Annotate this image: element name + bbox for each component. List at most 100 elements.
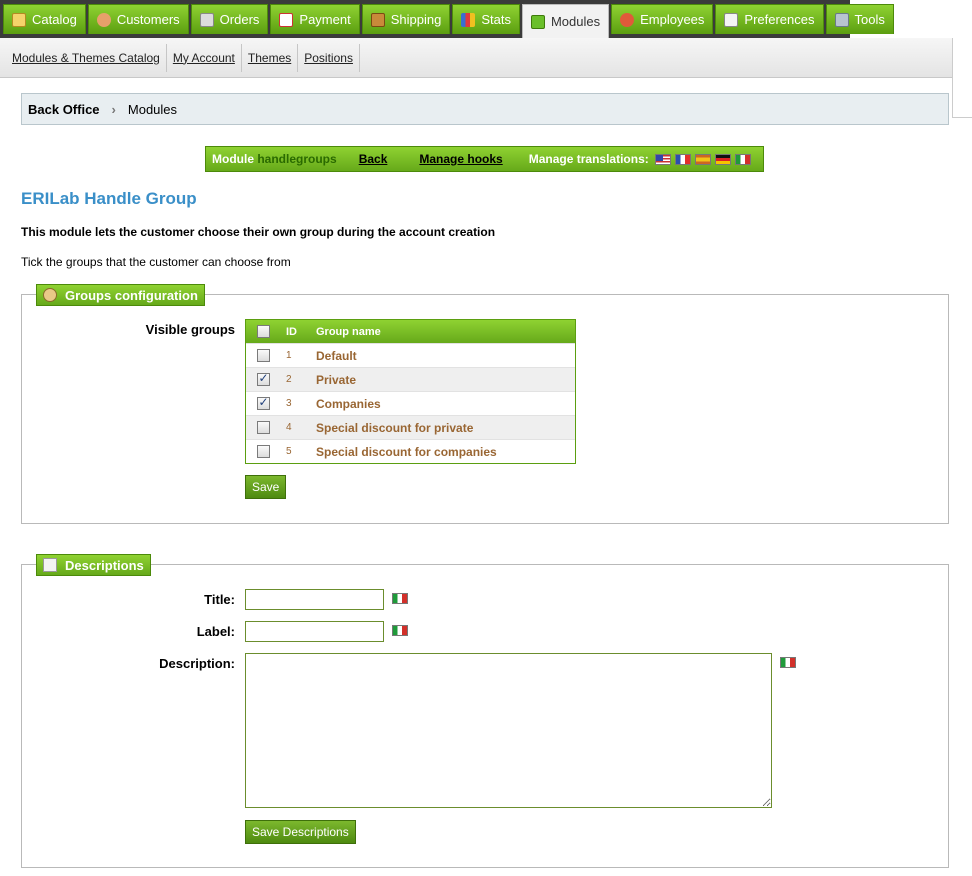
save-descriptions-button[interactable]: Save Descriptions	[245, 820, 356, 844]
group-id: 1	[286, 350, 292, 361]
save-groups-button[interactable]: Save	[245, 475, 287, 499]
folder-icon	[12, 12, 26, 27]
chart-icon	[461, 12, 476, 27]
tab-catalog[interactable]: Catalog	[3, 4, 86, 34]
tab-label: Preferences	[744, 12, 815, 27]
puzzle-icon	[530, 14, 545, 29]
submenu-themes[interactable]: Themes	[242, 51, 297, 65]
tab-stats[interactable]: Stats	[452, 4, 520, 34]
groups-config-icon	[43, 288, 57, 302]
payment-icon	[279, 12, 294, 27]
legend-text: Descriptions	[65, 557, 144, 573]
descriptions-legend: Descriptions	[36, 554, 151, 576]
module-title: ERILab Handle Group	[21, 189, 197, 208]
tab-shipping[interactable]: Shipping	[361, 4, 451, 34]
customer-icon	[96, 12, 111, 27]
label-label: Label:	[196, 624, 235, 639]
right-side-panel	[952, 38, 972, 118]
tab-label: Stats	[481, 12, 511, 27]
group-name: Companies	[316, 396, 381, 411]
tab-label: Customers	[116, 12, 180, 27]
label-input[interactable]	[245, 621, 384, 642]
tab-label: Catalog	[32, 12, 77, 27]
truck-icon	[370, 12, 385, 27]
module-prefix: Module	[212, 152, 254, 166]
tab-label: Modules	[550, 14, 601, 29]
breadcrumb-back-office[interactable]: Back Office	[28, 102, 100, 117]
tab-label: Payment	[299, 12, 351, 27]
module-toolbar: Module handlegroups Back Manage hooks Ma…	[205, 146, 764, 172]
group-id: 4	[286, 422, 292, 433]
submenu-my-account[interactable]: My Account	[167, 51, 241, 65]
tab-label: Orders	[219, 12, 260, 27]
tab-label: Employees	[640, 12, 705, 27]
tab-modules[interactable]: Modules	[521, 4, 610, 38]
sub-menu: Modules & Themes Catalog My Account Them…	[0, 38, 952, 78]
tab-label: Shipping	[390, 12, 442, 27]
tab-payment[interactable]: Payment	[270, 4, 360, 34]
col-group-name-header: Group name	[316, 325, 381, 338]
language-flag-it-icon[interactable]	[392, 593, 408, 604]
groups-table: ID Group name 1 Default 2 Private 3 Comp…	[245, 319, 576, 464]
tick-info: Tick the groups that the customer can ch…	[21, 255, 291, 269]
submenu-modules-themes-catalog[interactable]: Modules & Themes Catalog	[6, 51, 166, 65]
wrench-icon	[834, 12, 849, 27]
group-name: Default	[316, 348, 357, 363]
flag-fr-icon[interactable]	[674, 153, 691, 165]
tab-customers[interactable]: Customers	[87, 4, 189, 34]
flag-it-icon[interactable]	[734, 153, 751, 165]
tab-label: Tools	[854, 12, 885, 27]
tab-orders[interactable]: Orders	[190, 4, 269, 34]
submenu-divider	[358, 43, 360, 72]
tab-tools[interactable]: Tools	[825, 4, 894, 34]
groups-table-header: ID Group name	[246, 320, 575, 343]
tab-preferences[interactable]: Preferences	[715, 4, 824, 34]
language-flag-it-icon[interactable]	[780, 657, 796, 668]
visible-groups-label: Visible groups	[145, 322, 235, 337]
group-checkbox[interactable]	[256, 421, 270, 434]
top-tabs: Catalog Customers Orders Payment Shippin…	[3, 4, 894, 38]
manage-hooks-link[interactable]: Manage hooks	[419, 152, 502, 166]
group-id: 2	[286, 374, 292, 385]
flag-de-icon[interactable]	[714, 153, 731, 165]
module-description: This module lets the customer choose the…	[21, 225, 496, 239]
module-name: handlegroups	[257, 152, 337, 166]
document-icon	[43, 558, 57, 572]
flag-en-icon[interactable]	[654, 153, 671, 165]
col-id-header: ID	[286, 325, 297, 338]
chevron-right-icon: ›	[111, 101, 116, 117]
description-textarea[interactable]	[245, 653, 772, 808]
group-name: Special discount for companies	[316, 444, 497, 459]
group-checkbox[interactable]	[256, 349, 270, 362]
cart-icon	[199, 12, 214, 27]
group-name: Private	[316, 372, 357, 387]
description-label: Description:	[159, 656, 235, 671]
table-row: 5 Special discount for companies	[246, 439, 575, 463]
select-all-checkbox[interactable]	[256, 325, 270, 338]
top-menu-bar: Catalog Customers Orders Payment Shippin…	[0, 0, 972, 38]
breadcrumb: Back Office › Modules	[21, 93, 949, 125]
back-link[interactable]: Back	[359, 152, 388, 166]
submenu-positions[interactable]: Positions	[298, 51, 359, 65]
groups-configuration-legend: Groups configuration	[36, 284, 205, 306]
flag-es-icon[interactable]	[694, 153, 711, 165]
table-row: 4 Special discount for private	[246, 415, 575, 439]
title-label: Title:	[204, 592, 235, 607]
table-row: 1 Default	[246, 343, 575, 367]
table-row: 3 Companies	[246, 391, 575, 415]
group-id: 3	[286, 398, 292, 409]
title-input[interactable]	[245, 589, 384, 610]
employee-icon	[620, 12, 635, 27]
preferences-icon	[724, 12, 739, 27]
legend-text: Groups configuration	[65, 287, 198, 303]
breadcrumb-current: Modules	[127, 101, 178, 117]
group-checkbox[interactable]	[256, 371, 270, 386]
tab-employees[interactable]: Employees	[611, 4, 714, 34]
language-flag-it-icon[interactable]	[392, 625, 408, 636]
group-id: 5	[286, 446, 292, 457]
group-name: Special discount for private	[316, 420, 474, 435]
group-checkbox[interactable]	[256, 445, 270, 458]
manage-translations-label: Manage translations:	[528, 152, 649, 166]
table-row: 2 Private	[246, 367, 575, 391]
group-checkbox[interactable]	[256, 395, 270, 410]
